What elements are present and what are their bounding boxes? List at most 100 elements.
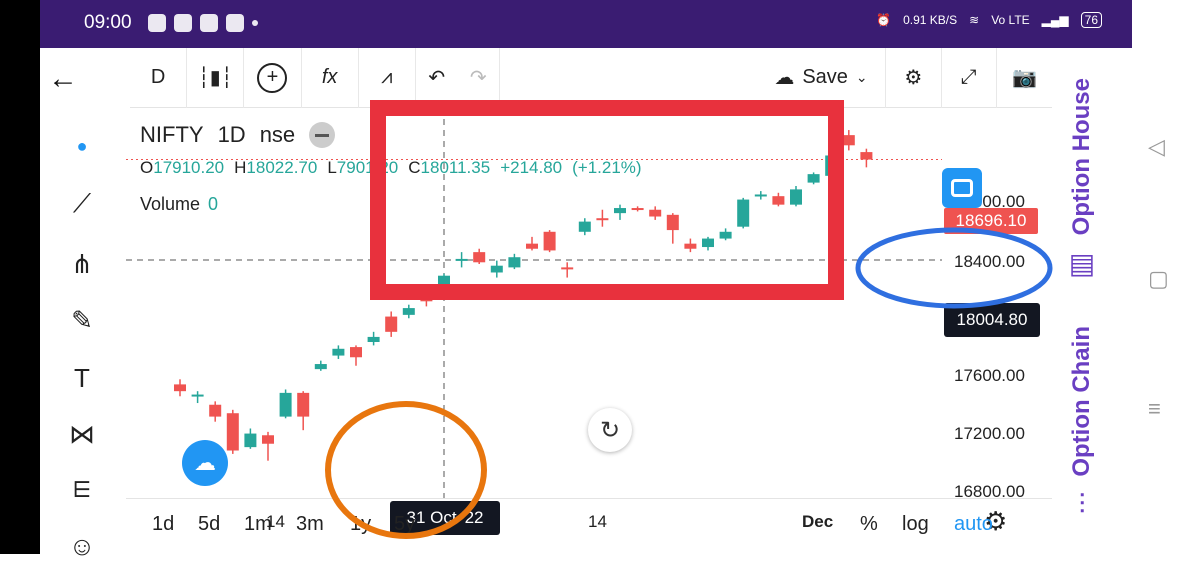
range-bar: 1d 5d 1m 3m 1y 5y % log auto: [126, 498, 1052, 554]
candle-body: [209, 404, 222, 417]
tab-option-chain[interactable]: Option Chain ⫶: [1040, 326, 1124, 522]
candle-type-button[interactable]: ┆▮┆: [187, 47, 245, 108]
candle-body: [860, 152, 873, 160]
trendline-icon[interactable]: ⟋: [62, 184, 102, 224]
range-1d-button[interactable]: 1d: [152, 513, 174, 536]
volume-legend: Volume 0: [140, 194, 218, 215]
interval-label: D: [150, 66, 166, 88]
candle-body: [350, 347, 362, 358]
emoji-icon[interactable]: ☺: [62, 526, 102, 566]
range-3m-button[interactable]: 3m: [296, 513, 324, 536]
chart-template-icon: ⩘: [381, 66, 393, 88]
gamepad-icon: [200, 14, 218, 32]
nav-home-icon[interactable]: ▢: [1148, 266, 1169, 292]
percent-scale-button[interactable]: %: [860, 513, 878, 536]
signal-icon: ▂▄▆: [1041, 13, 1069, 27]
option-house-label: Option House: [1068, 78, 1095, 236]
text-tool-icon[interactable]: T: [62, 358, 102, 398]
range-1m-button[interactable]: 1m: [244, 513, 272, 536]
crosshair-price-tag: 18004.80: [944, 303, 1040, 337]
candle: [174, 379, 186, 397]
volume-value: 0: [208, 194, 219, 214]
fx-icon: fx: [321, 66, 338, 88]
candle-body: [244, 433, 257, 448]
indicators-button[interactable]: fx: [302, 47, 359, 108]
gear-icon: ⚙: [904, 67, 923, 89]
candle: [244, 428, 257, 449]
candle: [350, 345, 362, 366]
volume-label: Volume: [140, 194, 201, 214]
tab-option-house[interactable]: Option House ▤: [1040, 78, 1124, 280]
battery-icon: 76: [1080, 12, 1102, 28]
candle: [262, 431, 274, 461]
settings-button[interactable]: ⚙: [886, 47, 942, 108]
status-time: 09:00: [84, 12, 132, 33]
timeframe-label: 1D: [217, 122, 246, 147]
fit-screen-button[interactable]: [942, 168, 982, 208]
alarm-icon: ⏰: [876, 13, 892, 27]
nav-back-icon[interactable]: ◁: [1148, 134, 1165, 160]
redo-icon: ↷: [469, 67, 487, 89]
back-arrow-icon[interactable]: ←: [48, 62, 78, 96]
candles-icon: ┆▮┆: [197, 67, 233, 89]
more-notifications-dot: [252, 20, 258, 26]
candle-body: [262, 435, 274, 444]
candle-body: [842, 135, 855, 146]
candle: [385, 311, 398, 337]
option-chain-label: Option Chain: [1068, 326, 1095, 477]
undo-icon: ↶: [428, 67, 446, 89]
broker-logo-icon[interactable]: ☁: [182, 440, 228, 486]
open-label: O: [140, 158, 154, 177]
save-button[interactable]: ☁ Save ⌄: [757, 47, 887, 108]
frame-icon: [951, 179, 973, 197]
auto-scale-button[interactable]: auto: [954, 513, 993, 536]
status-indicators: ⏰ 0.91 KB/S ≋ Vo LTE ▂▄▆ 76: [876, 12, 1102, 28]
brush-icon[interactable]: ✎: [62, 300, 102, 340]
interval-button[interactable]: D: [130, 47, 188, 108]
cursor-dot-icon[interactable]: ●: [62, 126, 102, 166]
save-label: Save: [802, 66, 848, 88]
candle: [279, 389, 292, 419]
range-5d-button[interactable]: 5d: [198, 513, 220, 536]
high-label: H: [234, 158, 247, 177]
y-tick: 18400.00: [954, 252, 1025, 271]
candle-body: [314, 364, 327, 370]
templates-button[interactable]: ⩘: [359, 47, 416, 108]
add-indicator-button[interactable]: +: [244, 47, 302, 108]
reset-chart-button[interactable]: ↻: [588, 408, 632, 452]
candle-body: [279, 392, 292, 417]
undo-button[interactable]: ↶: [416, 48, 458, 108]
nav-recents-icon[interactable]: ≡: [1148, 396, 1161, 422]
range-5y-button[interactable]: 5y: [394, 513, 415, 536]
option-house-icon: ▤: [1068, 248, 1096, 280]
candle-body: [402, 308, 415, 315]
y-tick: 17600.00: [954, 366, 1025, 385]
notification-icons: [148, 14, 258, 32]
pitchfork-icon[interactable]: ⋔: [62, 244, 102, 284]
redo-button[interactable]: ↷: [458, 47, 500, 108]
open-value: 17910.20: [153, 158, 225, 177]
log-scale-button[interactable]: log: [902, 513, 929, 536]
candle-body: [385, 316, 398, 332]
cloud-icon: ☁: [774, 67, 795, 89]
candle: [860, 148, 873, 168]
carrier-label: Vo LTE: [991, 13, 1030, 27]
last-price-tag: 18696.10: [944, 208, 1038, 234]
candle: [209, 401, 222, 422]
prediction-icon[interactable]: ⋿: [62, 470, 102, 510]
expand-icon: ⤢: [960, 66, 977, 88]
youtube-icon: [226, 14, 244, 32]
candle-body: [297, 392, 310, 417]
fullscreen-toggle-button[interactable]: ⤢: [942, 47, 997, 108]
app-notification-icon: [174, 14, 192, 32]
candle: [402, 304, 415, 319]
range-1y-button[interactable]: 1y: [350, 513, 371, 536]
pattern-icon[interactable]: ⋈: [62, 414, 102, 454]
net-speed-unit: KB/S: [929, 13, 958, 27]
screen-edge: [0, 0, 40, 554]
candle-body: [174, 384, 186, 392]
candle: [842, 130, 855, 151]
chevron-down-icon: ⌄: [855, 69, 868, 85]
candle-body: [226, 413, 239, 451]
collapse-legend-button[interactable]: [309, 122, 336, 148]
